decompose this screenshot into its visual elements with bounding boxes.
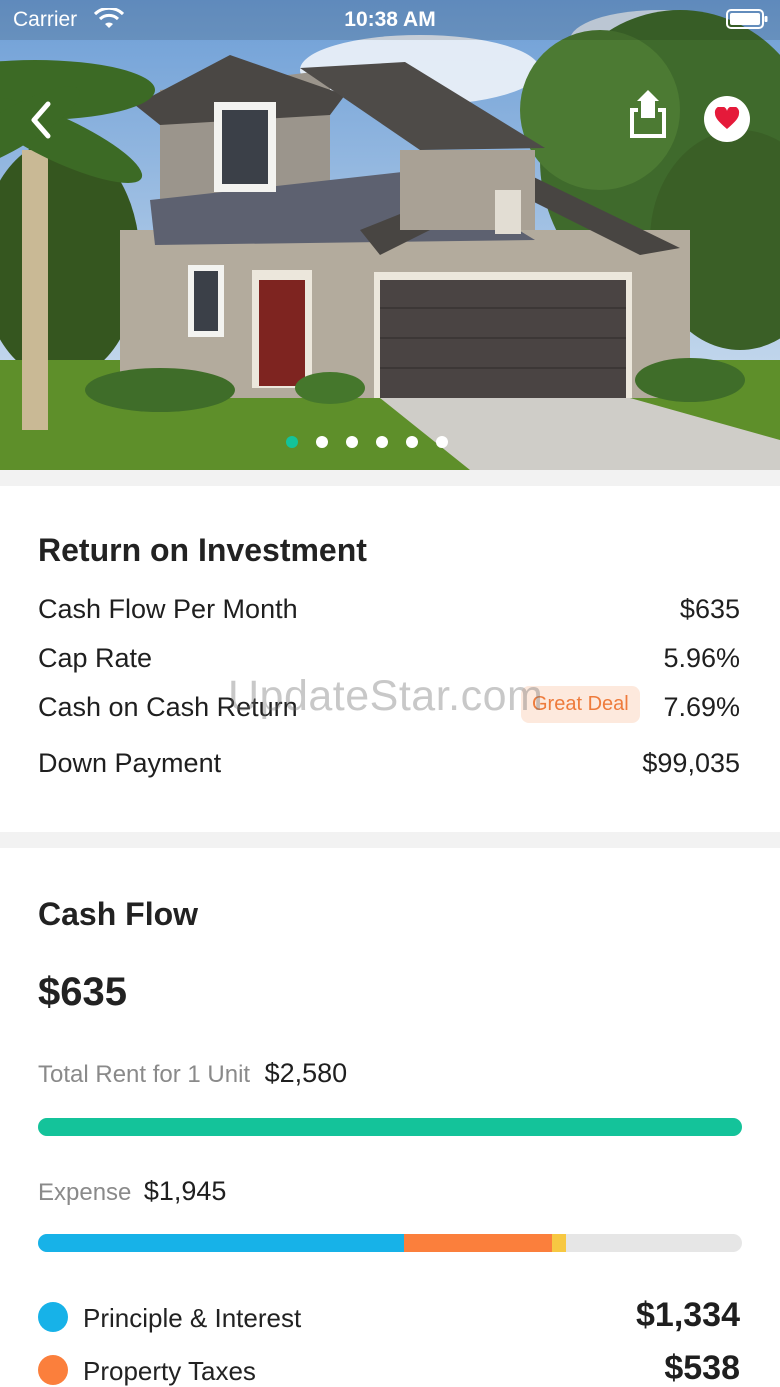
legend-value: $538 [664,1349,740,1387]
rent-bar [38,1118,742,1136]
cash-flow-amount: $635 [38,970,127,1014]
rent-row: Total Rent for 1 Unit $2,580 [38,1058,347,1098]
rent-label: Total Rent for 1 Unit [38,1061,251,1088]
rent-bar-fill [38,1118,742,1136]
legend-row-principle-interest: Principle & Interest $1,334 [38,1294,740,1340]
expense-bar-segment [38,1234,405,1252]
legend-row-property-taxes: Property Taxes $538 [38,1347,740,1387]
share-icon[interactable] [626,88,670,140]
rent-value: $2,580 [264,1058,348,1088]
section-divider [0,470,780,486]
carousel-dot[interactable] [406,436,418,448]
legend-label: Property Taxes [83,1356,256,1386]
roi-value: 5.96% [663,643,740,673]
carousel-dot[interactable] [316,436,328,448]
status-bar: Carrier 10:38 AM [0,0,780,40]
expense-bar-segment [404,1234,552,1252]
roi-value: 7.69% [663,692,740,722]
roi-label: Cap Rate [38,643,153,673]
roi-row-cash-flow: Cash Flow Per Month $635 [38,588,740,628]
roi-value: $99,035 [642,748,740,778]
roi-value: $635 [679,594,740,624]
cash-flow-title: Cash Flow [38,896,199,932]
roi-label: Cash Flow Per Month [38,594,298,624]
carousel-dot[interactable] [436,436,448,448]
carousel-dot[interactable] [286,436,298,448]
expense-bar [38,1234,742,1252]
legend-dot [38,1302,68,1332]
expense-value: $1,945 [143,1176,227,1206]
roi-label: Down Payment [38,748,222,778]
house-photo [0,0,780,470]
chevron-left-icon[interactable] [26,98,58,142]
roi-row-cap-rate: Cap Rate 5.96% [38,637,740,677]
roi-title: Return on Investment [38,532,367,568]
roi-row-cash-on-cash: Cash on Cash Return Great Deal 7.69% [38,686,740,726]
favorite-button[interactable] [704,96,750,142]
carousel-dot[interactable] [346,436,358,448]
expense-bar-segment [551,1234,566,1252]
legend-label: Principle & Interest [83,1303,302,1333]
section-divider [0,832,780,848]
carousel-dots [286,436,448,448]
clock: 10:38 AM [344,8,436,31]
roi-row-down-payment: Down Payment $99,035 [38,742,740,782]
carousel-dot[interactable] [376,436,388,448]
legend-dot [38,1355,68,1385]
great-deal-badge: Great Deal [521,686,640,723]
expense-row: Expense $1,945 [38,1176,226,1216]
roi-section: Return on Investment Cash Flow Per Month… [0,486,780,832]
cash-flow-section: Cash Flow $635 Total Rent for 1 Unit $2,… [0,848,780,1387]
property-photo-carousel[interactable]: Carrier 10:38 AM [0,0,780,470]
expense-label: Expense [38,1179,132,1206]
heart-icon [714,107,740,129]
legend-value: $1,334 [636,1296,740,1334]
roi-label: Cash on Cash Return [38,692,298,722]
battery-icon [726,9,768,29]
